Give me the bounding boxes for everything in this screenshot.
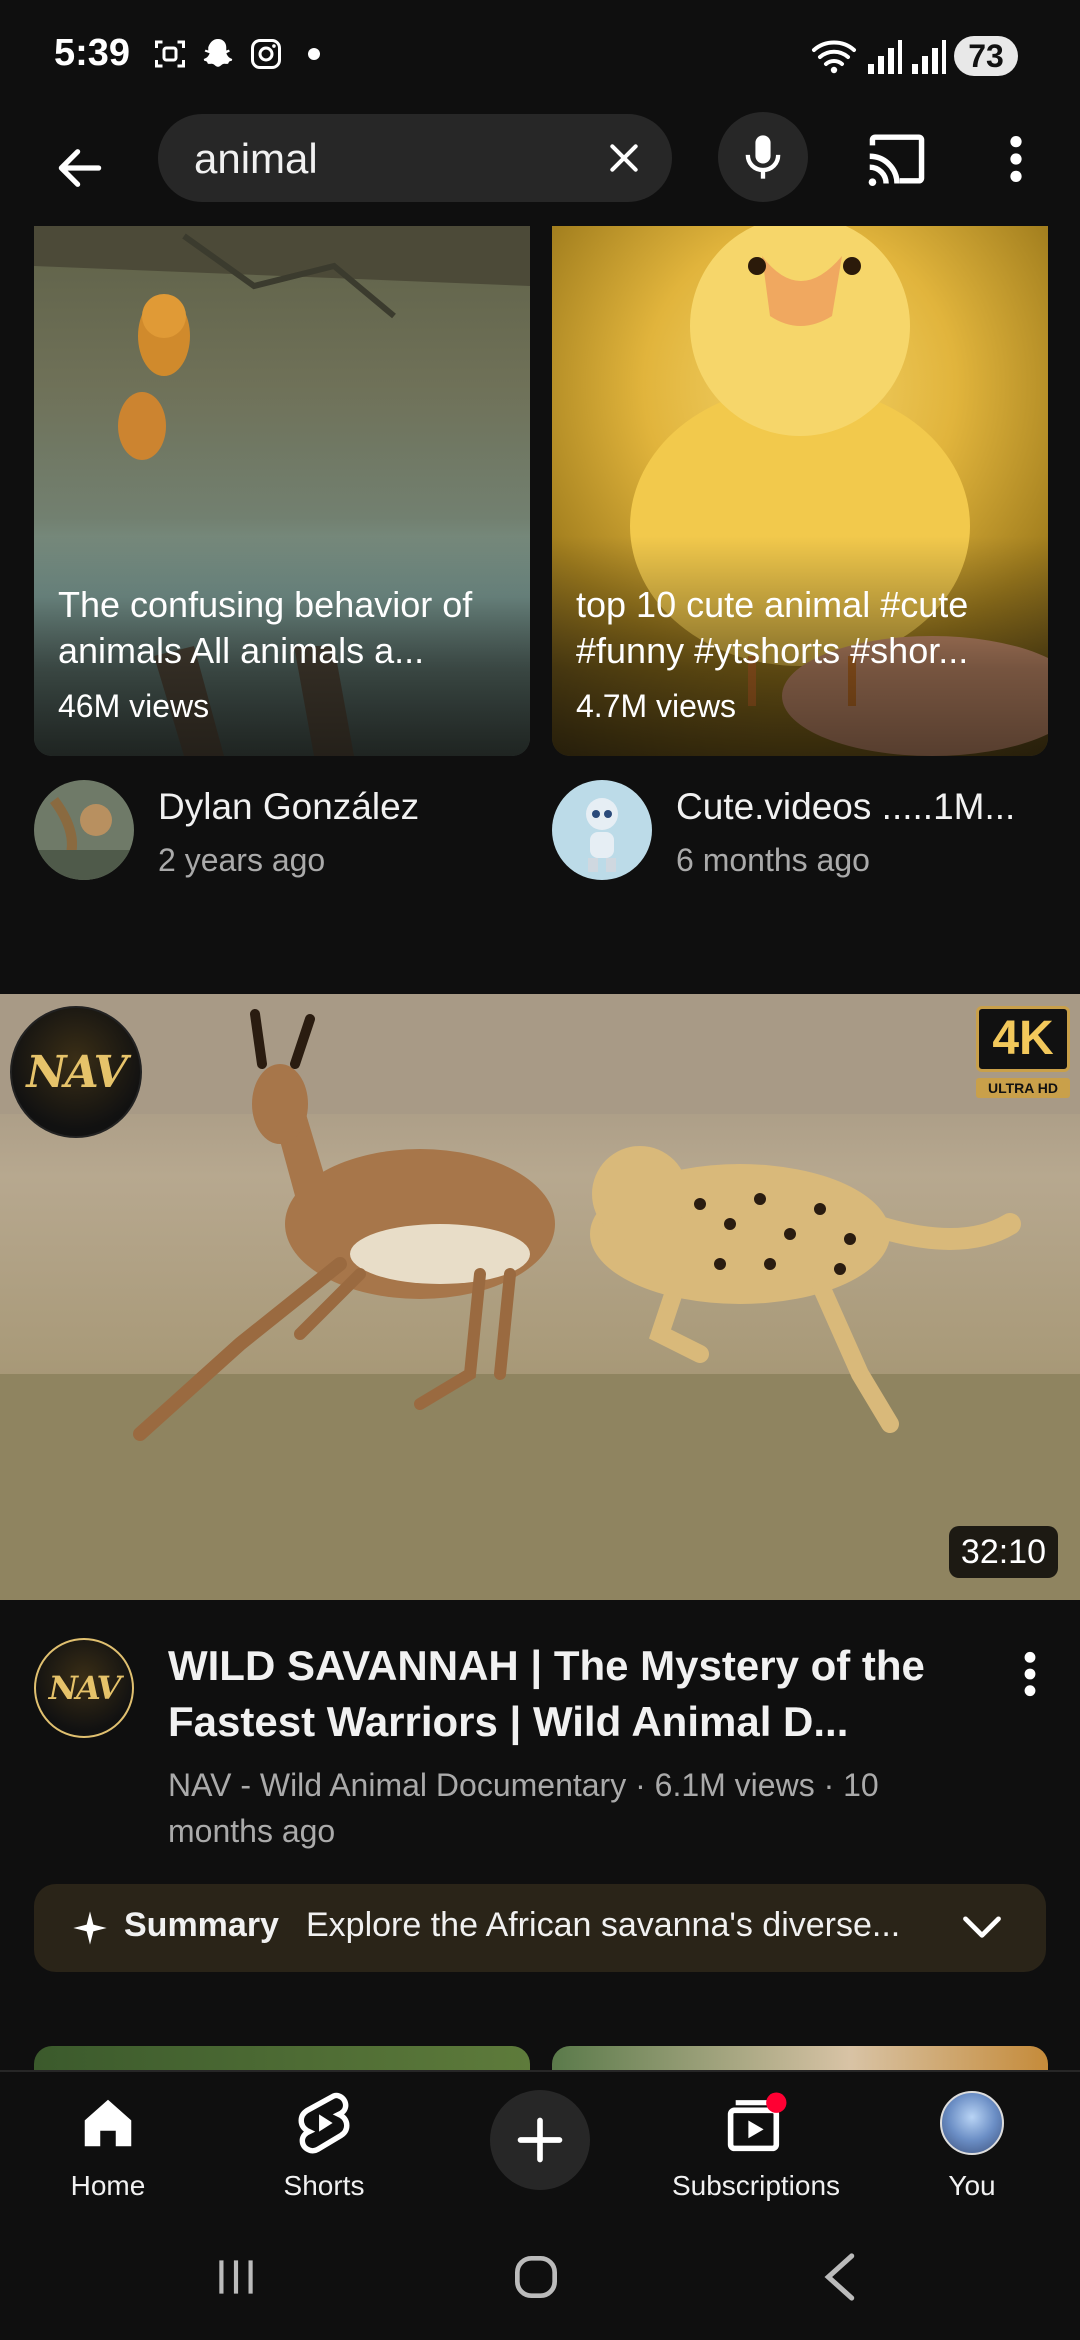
ai-summary-bar[interactable]: Summary Explore the African savanna's di… [34,1884,1046,1972]
clear-search-button[interactable] [598,132,650,184]
voice-search-button[interactable] [718,112,808,202]
nav-home[interactable]: Home [8,2086,208,2206]
signal-icon [912,40,946,74]
video-action-menu-button[interactable] [1004,1640,1056,1708]
more-vertical-icon [1010,136,1022,182]
chevron-down-icon[interactable] [960,1910,1004,1946]
notification-dot [766,2092,787,2113]
short-views: 46M views [58,688,210,724]
cast-button[interactable] [862,124,932,194]
instagram-icon [251,39,281,69]
4k-badge: 4K ULTRA HD [976,1006,1070,1110]
nav-shorts[interactable]: Shorts [224,2086,424,2206]
system-back-button[interactable] [790,2242,890,2312]
video-metadata: NAV - Wild Animal Documentary · 6.1M vie… [168,1767,879,1849]
channel-name: Dylan González [158,786,420,827]
video-details[interactable]: NAV WILD SAVANNAH | The Mystery of the F… [0,1620,1080,1860]
arrow-left-icon [58,149,102,187]
video-thumbnail-image [0,994,1080,1600]
short-channel-info[interactable]: Cute.videos .....1M... 6 months ago [552,780,1048,890]
chevron-left-icon [824,2253,855,2301]
nav-create[interactable] [440,2086,640,2206]
4k-badge-label: 4K [976,1006,1070,1072]
sparkle-icon [73,1911,107,1945]
channel-avatar-image [34,780,134,880]
short-views: 4.7M views [576,688,737,724]
snapchat-icon [203,39,233,67]
upload-age: 6 months ago [676,842,870,878]
upload-age: 2 years ago [158,842,326,878]
status-system-icons: 73 [810,36,1018,76]
short-title: top 10 cute animal #cute #funny #ytshort… [576,584,969,671]
status-time: 5:39 [54,32,131,74]
battery-level: 73 [954,36,1018,76]
subscriptions-icon [723,2090,789,2156]
dot-icon [308,48,320,60]
microphone-icon [745,135,781,179]
create-button[interactable] [490,2090,590,2190]
more-vertical-icon [1024,1651,1036,1697]
video-duration: 32:10 [948,1526,1058,1578]
system-navigation-bar [0,2212,1080,2340]
home-icon [75,2090,141,2156]
channel-name: Cute.videos .....1M... [676,786,1016,827]
cast-icon [868,134,925,186]
summary-text: Explore the African savanna's diverse... [306,1906,901,1944]
nav-you[interactable]: You [872,2086,1072,2206]
recent-apps-icon [219,2260,253,2294]
profile-avatar-icon [939,2090,1005,2156]
channel-logo-text: NAV [26,1046,127,1098]
nav-home-label: Home [70,2170,146,2201]
channel-avatar[interactable] [552,780,652,880]
video-thumbnail[interactable]: NAV 4K ULTRA HD 32:10 [0,994,1080,1600]
signal-icon [868,40,902,74]
status-notification-icons [152,36,332,72]
summary-label: Summary [124,1906,279,1944]
recent-apps-button[interactable] [186,2242,286,2312]
wifi-icon [812,40,856,74]
search-query: animal [194,135,318,182]
short-card[interactable]: top 10 cute animal #cute #funny #ytshort… [552,226,1048,756]
ultra-hd-label: ULTRA HD [976,1078,1070,1098]
more-options-button[interactable] [990,124,1042,194]
short-card[interactable]: The confusing behavior of animals All an… [34,226,530,756]
channel-avatar-text: NAV [48,1669,122,1707]
video-title: WILD SAVANNAH | The Mystery of the Faste… [168,1642,925,1745]
nav-subscriptions[interactable]: Subscriptions [656,2086,856,2206]
avatar [940,2091,1004,2155]
short-title: The confusing behavior of animals All an… [58,584,473,671]
search-header: animal [0,112,1080,224]
bottom-navigation: Home Shorts Subscriptions You [0,2070,1080,2212]
channel-avatar-image [552,780,652,880]
search-input[interactable]: animal [158,114,672,202]
nav-you-label: You [948,2170,996,2201]
short-channel-info[interactable]: Dylan González 2 years ago [34,780,530,890]
youtube-app: 5:39 73 animal The confusing behavior of… [0,0,1080,2340]
plus-icon [517,2117,563,2163]
close-icon [610,144,638,172]
status-bar: 5:39 73 [0,0,1080,112]
channel-avatar[interactable]: NAV [34,1638,134,1738]
channel-avatar[interactable] [34,780,134,880]
system-home-button[interactable] [486,2242,586,2312]
back-button[interactable] [42,130,118,206]
channel-logo-badge: NAV [10,1006,142,1138]
home-circle-icon [515,2256,557,2298]
nav-subscriptions-label: Subscriptions [671,2170,841,2201]
nav-shorts-label: Shorts [283,2170,365,2201]
screenshot-icon [155,40,185,68]
shorts-icon [291,2090,357,2156]
